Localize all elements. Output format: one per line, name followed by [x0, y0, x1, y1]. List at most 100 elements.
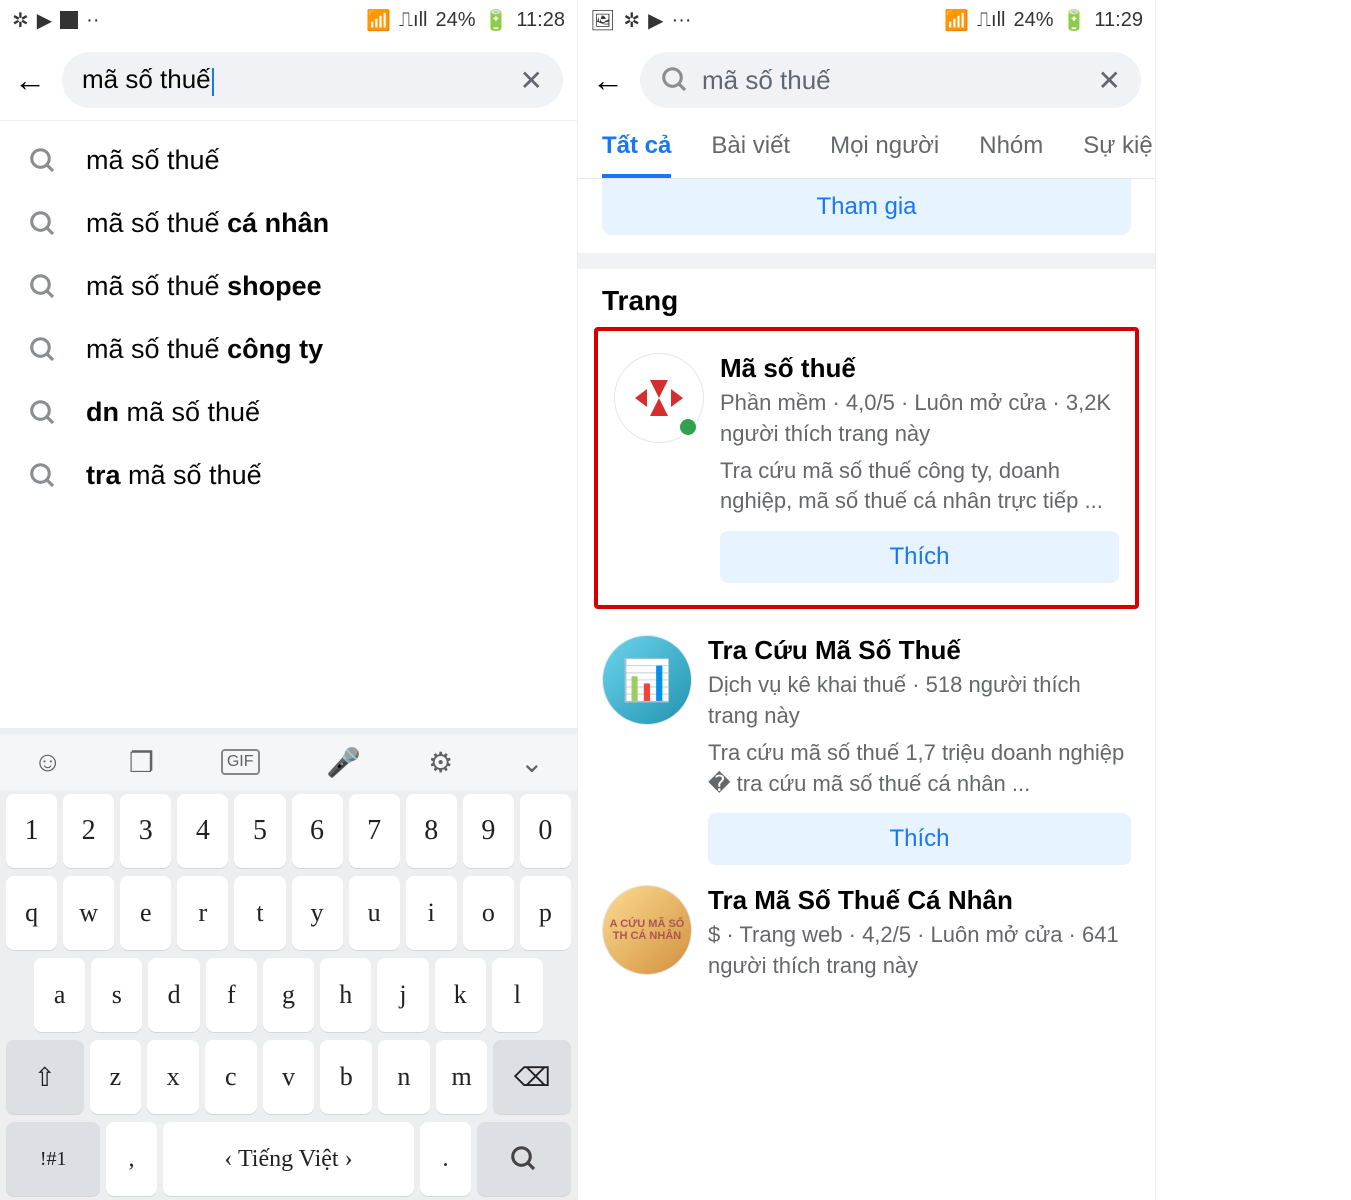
key-c[interactable]: c — [205, 1040, 257, 1114]
key-r[interactable]: r — [177, 876, 228, 950]
search-bar[interactable]: mã số thuế ✕ — [62, 52, 563, 108]
page-avatar[interactable]: 📊 — [602, 635, 692, 725]
back-button[interactable]: ← — [592, 62, 624, 99]
key-i[interactable]: i — [406, 876, 457, 950]
key-period[interactable]: . — [420, 1122, 470, 1196]
page-title: Tra Cứu Mã Số Thuế — [708, 635, 1131, 666]
tab-events[interactable]: Sự kiệ — [1083, 132, 1152, 178]
suggestion-text: mã số thuế công ty — [86, 334, 323, 365]
page-avatar[interactable]: A CỨU MÃ SỐ TH CÁ NHÂN — [602, 885, 692, 975]
key-y[interactable]: y — [292, 876, 343, 950]
page-card[interactable]: 📊 Tra Cứu Mã Số Thuế Dịch vụ kê khai thu… — [578, 625, 1155, 875]
tab-people[interactable]: Mọi người — [830, 132, 939, 178]
search-icon — [28, 335, 58, 365]
key-search[interactable] — [477, 1122, 571, 1196]
tabs: Tất cả Bài viết Mọi người Nhóm Sự kiệ — [578, 120, 1155, 179]
sticker-icon[interactable]: ❐ — [129, 746, 154, 779]
suggestion-text: mã số thuế shopee — [86, 271, 322, 302]
suggestion-item[interactable]: dn mã số thuế — [0, 381, 577, 444]
join-button[interactable]: Tham gia — [602, 179, 1131, 235]
key-q[interactable]: q — [6, 876, 57, 950]
key-l[interactable]: l — [492, 958, 543, 1032]
suggestion-text: mã số thuế — [86, 145, 220, 176]
page-info: Tra Cứu Mã Số Thuế Dịch vụ kê khai thuế … — [708, 635, 1131, 865]
page-card[interactable]: Mã số thuế Phần mềm · 4,0/5 · Luôn mở cử… — [606, 343, 1127, 593]
suggestion-item[interactable]: mã số thuế — [0, 129, 577, 192]
suggestion-text: dn mã số thuế — [86, 397, 260, 428]
key-5[interactable]: 5 — [234, 794, 285, 868]
signal-icon: ⎍ıll — [977, 9, 1005, 32]
key-4[interactable]: 4 — [177, 794, 228, 868]
collapse-icon[interactable]: ⌄ — [520, 746, 543, 779]
page-info: Mã số thuế Phần mềm · 4,0/5 · Luôn mở cử… — [720, 353, 1119, 583]
key-a[interactable]: a — [34, 958, 85, 1032]
mic-icon[interactable]: 🎤 — [326, 746, 361, 779]
tab-groups[interactable]: Nhóm — [979, 132, 1043, 178]
gif-icon[interactable]: GIF — [221, 749, 260, 775]
key-comma[interactable]: , — [106, 1122, 156, 1196]
section-separator — [578, 253, 1155, 269]
emoji-icon[interactable]: ☺ — [33, 746, 62, 778]
key-n[interactable]: n — [378, 1040, 430, 1114]
suggestion-item[interactable]: mã số thuế công ty — [0, 318, 577, 381]
key-k[interactable]: k — [435, 958, 486, 1032]
key-shift[interactable]: ⇧ — [6, 1040, 84, 1114]
suggestions-list: mã số thuế mã số thuế cá nhân mã số thuế… — [0, 121, 577, 515]
suggestion-item[interactable]: tra mã số thuế — [0, 444, 577, 507]
key-j[interactable]: j — [377, 958, 428, 1032]
key-3[interactable]: 3 — [120, 794, 171, 868]
more-icon: ·· — [86, 9, 99, 32]
like-button[interactable]: Thích — [708, 813, 1131, 865]
key-g[interactable]: g — [263, 958, 314, 1032]
tab-posts[interactable]: Bài viết — [711, 132, 790, 178]
key-z[interactable]: z — [90, 1040, 142, 1114]
suggestion-item[interactable]: mã số thuế cá nhân — [0, 192, 577, 255]
clear-button[interactable]: ✕ — [1098, 64, 1121, 97]
key-e[interactable]: e — [120, 876, 171, 950]
key-symbols[interactable]: !#1 — [6, 1122, 100, 1196]
key-m[interactable]: m — [436, 1040, 488, 1114]
suggestion-item[interactable]: mã số thuế shopee — [0, 255, 577, 318]
key-9[interactable]: 9 — [463, 794, 514, 868]
key-space[interactable]: ‹ Tiếng Việt › — [163, 1122, 415, 1196]
key-w[interactable]: w — [63, 876, 114, 950]
search-icon — [28, 146, 58, 176]
key-b[interactable]: b — [320, 1040, 372, 1114]
clear-button[interactable]: ✕ — [520, 64, 543, 97]
pinwheel-icon: ✲ — [623, 8, 640, 33]
search-bar[interactable]: mã số thuế ✕ — [640, 52, 1141, 108]
page-card[interactable]: A CỨU MÃ SỐ TH CÁ NHÂN Tra Mã Số Thuế Cá… — [578, 875, 1155, 992]
search-input[interactable]: mã số thuế — [82, 64, 508, 95]
battery-pct: 24% — [1013, 9, 1053, 32]
battery-icon: 🔋 — [484, 8, 509, 33]
search-header: ← mã số thuế ✕ — [578, 40, 1155, 120]
key-h[interactable]: h — [320, 958, 371, 1032]
page-meta: $ · Trang web · 4,2/5 · Luôn mở cửa · 64… — [708, 920, 1131, 982]
key-f[interactable]: f — [206, 958, 257, 1032]
key-7[interactable]: 7 — [349, 794, 400, 868]
back-button[interactable]: ← — [14, 62, 46, 99]
key-t[interactable]: t — [234, 876, 285, 950]
settings-icon[interactable]: ⚙ — [428, 746, 453, 779]
key-s[interactable]: s — [91, 958, 142, 1032]
search-input[interactable]: mã số thuế — [702, 65, 1086, 96]
key-u[interactable]: u — [349, 876, 400, 950]
wifi-icon: 📶 — [366, 8, 391, 33]
key-p[interactable]: p — [520, 876, 571, 950]
key-8[interactable]: 8 — [406, 794, 457, 868]
key-2[interactable]: 2 — [63, 794, 114, 868]
screen-left: ✲ ▶ ·· 📶 ⎍ıll 24% 🔋 11:28 ← mã số thuế ✕… — [0, 0, 578, 1200]
key-backspace[interactable]: ⌫ — [493, 1040, 571, 1114]
like-button[interactable]: Thích — [720, 531, 1119, 583]
key-x[interactable]: x — [147, 1040, 199, 1114]
key-6[interactable]: 6 — [292, 794, 343, 868]
key-v[interactable]: v — [263, 1040, 315, 1114]
pinwheel-icon: ✲ — [12, 8, 29, 33]
key-o[interactable]: o — [463, 876, 514, 950]
key-d[interactable]: d — [148, 958, 199, 1032]
tab-all[interactable]: Tất cả — [602, 132, 671, 178]
key-1[interactable]: 1 — [6, 794, 57, 868]
page-avatar[interactable] — [614, 353, 704, 443]
search-header: ← mã số thuế ✕ — [0, 40, 577, 121]
key-0[interactable]: 0 — [520, 794, 571, 868]
